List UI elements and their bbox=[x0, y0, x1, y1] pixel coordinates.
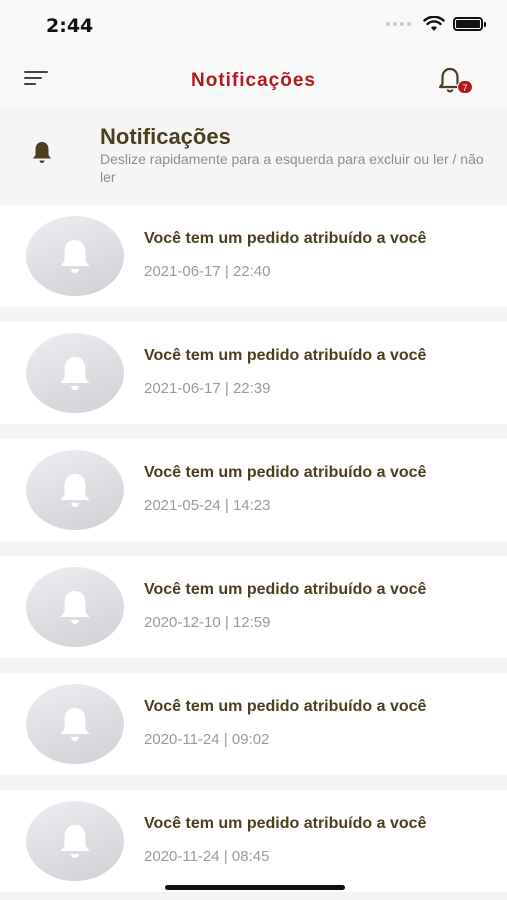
bell-icon bbox=[60, 708, 90, 741]
notification-title: Você tem um pedido atribuído a você bbox=[144, 698, 427, 715]
notification-title: Você tem um pedido atribuído a você bbox=[144, 581, 427, 598]
bell-icon bbox=[60, 240, 90, 273]
home-indicator[interactable] bbox=[165, 885, 345, 890]
notification-badge: 7 bbox=[457, 80, 473, 94]
wifi-icon bbox=[423, 16, 445, 31]
notification-item[interactable]: Você tem um pedido atribuído a você 2021… bbox=[0, 205, 507, 307]
section-subtitle: Deslize rapidamente para a esquerda para… bbox=[100, 151, 484, 185]
notification-avatar bbox=[26, 216, 124, 296]
bell-icon bbox=[60, 825, 90, 858]
notification-avatar bbox=[26, 333, 124, 413]
notification-item[interactable]: Você tem um pedido atribuído a você 2020… bbox=[0, 673, 507, 775]
battery-icon bbox=[453, 17, 486, 31]
notification-date: 2020-12-10 | 12:59 bbox=[144, 614, 271, 631]
notification-date: 2021-06-17 | 22:40 bbox=[144, 263, 271, 280]
page-title: Notificações bbox=[191, 70, 316, 91]
cellular-signal-icon bbox=[386, 22, 411, 26]
notification-avatar bbox=[26, 801, 124, 881]
app-header: Notificações 7 bbox=[0, 52, 507, 110]
bell-icon bbox=[60, 357, 90, 390]
notification-date: 2021-05-24 | 14:23 bbox=[144, 497, 271, 514]
section-header: Notificações Deslize rapidamente para a … bbox=[0, 110, 507, 205]
notification-item[interactable]: Você tem um pedido atribuído a você 2021… bbox=[0, 322, 507, 424]
notification-item[interactable]: Você tem um pedido atribuído a você 2020… bbox=[0, 790, 507, 892]
notification-title: Você tem um pedido atribuído a você bbox=[144, 815, 427, 832]
bell-icon bbox=[33, 142, 51, 163]
bell-icon bbox=[60, 591, 90, 624]
notification-avatar bbox=[26, 684, 124, 764]
notification-item[interactable]: Você tem um pedido atribuído a você 2021… bbox=[0, 439, 507, 541]
notification-title: Você tem um pedido atribuído a você bbox=[144, 347, 427, 364]
status-icons bbox=[386, 16, 486, 32]
notification-date: 2020-11-24 | 08:45 bbox=[144, 848, 270, 865]
notification-date: 2020-11-24 | 09:02 bbox=[144, 731, 270, 748]
notifications-button[interactable]: 7 bbox=[437, 66, 473, 96]
status-bar: 2:44 bbox=[0, 0, 507, 52]
notification-item[interactable]: Você tem um pedido atribuído a você 2020… bbox=[0, 556, 507, 658]
notification-avatar bbox=[26, 450, 124, 530]
notification-date: 2021-06-17 | 22:39 bbox=[144, 380, 271, 397]
bell-icon bbox=[60, 474, 90, 507]
notification-title: Você tem um pedido atribuído a você bbox=[144, 230, 427, 247]
status-time: 2:44 bbox=[46, 15, 94, 37]
notification-title: Você tem um pedido atribuído a você bbox=[144, 464, 427, 481]
section-title: Notificações bbox=[100, 124, 231, 149]
notification-list: Você tem um pedido atribuído a você 2021… bbox=[0, 205, 507, 900]
notification-avatar bbox=[26, 567, 124, 647]
